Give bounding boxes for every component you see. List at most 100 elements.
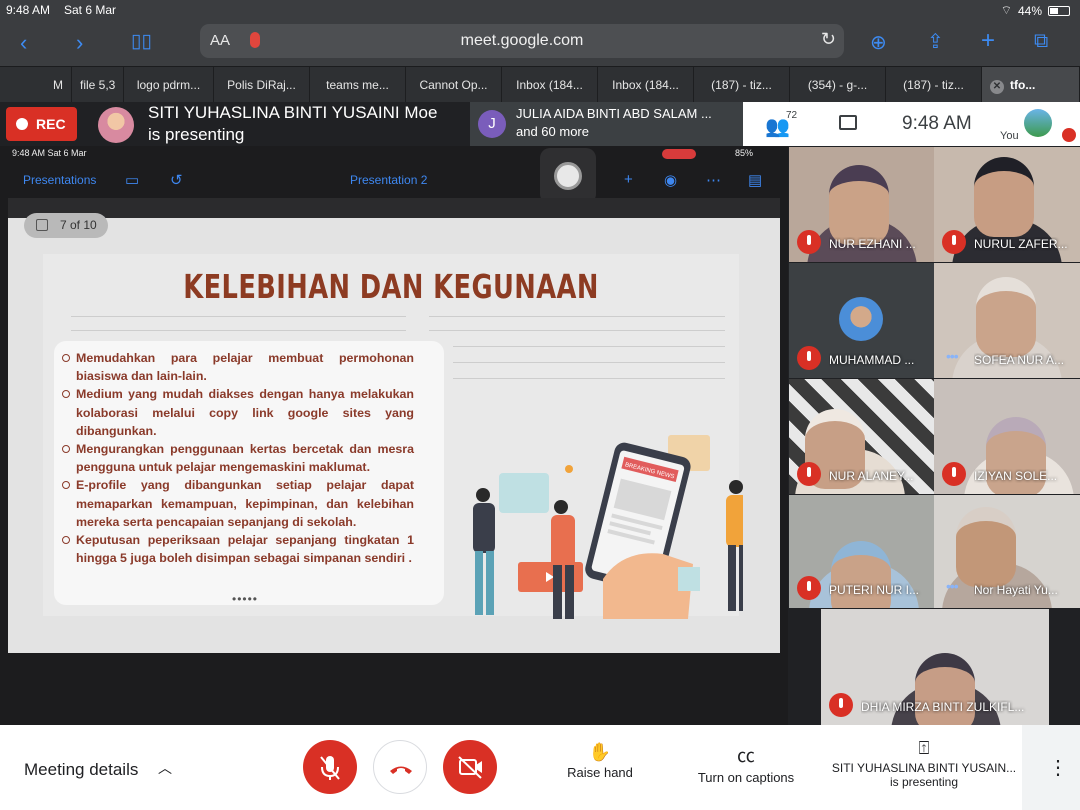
mic-off-icon	[320, 756, 340, 780]
tab-5[interactable]: teams me...	[310, 67, 406, 103]
mic-off-icon	[797, 346, 821, 370]
collaborate-icon: ◉	[664, 172, 678, 189]
wifi-icon: ⌔	[1000, 3, 1012, 17]
bookmarks-icon[interactable]: ▯▯	[131, 30, 152, 53]
leave-call-button[interactable]	[373, 740, 427, 794]
raise-hand-label: Raise hand	[567, 765, 633, 780]
mic-off-icon	[942, 230, 966, 254]
status-date: Sat 6 Mar	[64, 3, 117, 17]
self-avatar[interactable]	[1024, 109, 1052, 137]
presenter-name: SITI YUHASLINA BINTI YUSAINI Moe	[148, 103, 438, 122]
bullet-list: Memudahkan para pelajar membuat permohon…	[54, 341, 444, 567]
rec-label: REC	[36, 116, 66, 132]
you-label: You	[1000, 130, 1019, 142]
back-icon[interactable]: ‹	[20, 30, 27, 56]
document-icon: ▤	[748, 172, 763, 189]
mic-toggle-button[interactable]	[303, 740, 357, 794]
participant-avatar	[839, 297, 883, 341]
meeting-clock: 9:48 AM	[902, 113, 972, 134]
slide-title: KELEBIHAN DAN KEGUNAAN	[183, 267, 599, 306]
bullet-4: E-profile yang dibangunkan setiap pelaja…	[62, 476, 414, 531]
presenter-status: is presenting	[148, 125, 245, 144]
participant-name: PUTERI NUR I...	[829, 583, 920, 597]
url-text[interactable]: meet.google.com	[200, 32, 844, 50]
participant-tile-8[interactable]: Nor Hayati Yu...	[934, 495, 1080, 608]
page-icon	[36, 219, 48, 231]
participant-summary-name: JULIA AIDA BINTI ABD SALAM ...	[516, 106, 712, 121]
new-tab-icon[interactable]: +	[981, 27, 995, 55]
chevron-up-icon[interactable]: ︿	[158, 758, 172, 778]
reload-icon[interactable]: ↻	[821, 29, 836, 50]
participant-name: SOFEA NUR A...	[974, 353, 1065, 367]
meet-header-actions: 👥 72 9:48 AM You	[743, 102, 1080, 146]
chat-icon[interactable]	[839, 115, 857, 130]
address-bar[interactable]: AA meet.google.com ↻	[200, 24, 844, 58]
bullet-2: Medium yang mudah diakses dengan hanya m…	[62, 385, 414, 440]
tab-1[interactable]: M	[0, 67, 72, 103]
tab-active[interactable]: ✕ tfo...	[982, 67, 1080, 103]
presentation-title: Presentation 2	[350, 173, 428, 187]
mic-off-icon	[942, 462, 966, 486]
speaking-indicator-icon	[946, 578, 962, 594]
mic-off-icon	[829, 693, 853, 717]
participant-tile-1[interactable]: NUR EZHANI ...	[789, 147, 934, 262]
screen-record-button	[540, 148, 596, 204]
bullet-box: Memudahkan para pelajar membuat permohon…	[54, 341, 444, 606]
bullet-1: Memudahkan para pelajar membuat permohon…	[62, 349, 414, 385]
battery-icon	[1048, 5, 1070, 16]
camera-off-icon	[458, 756, 482, 779]
hand-icon: ✋	[588, 742, 612, 762]
forward-icon[interactable]: ›	[76, 30, 83, 56]
tab-6[interactable]: Cannot Op...	[406, 67, 502, 103]
participant-name: DHIA MIRZA BINTI ZULKIFL...	[861, 700, 1025, 714]
participant-tile-4[interactable]: SOFEA NUR A...	[934, 263, 1080, 378]
page-indicator: 7 of 10	[24, 213, 108, 238]
camera-toggle-button[interactable]	[443, 740, 497, 794]
shared-battery: 85%	[735, 148, 754, 158]
tab-8[interactable]: Inbox (184...	[598, 67, 694, 103]
meeting-details-button[interactable]: Meeting details	[24, 760, 138, 780]
share-icon[interactable]: ⇪	[927, 29, 944, 54]
present-screen-icon: ⍐	[918, 738, 930, 758]
captions-label: Turn on captions	[697, 770, 795, 785]
participant-tile-2[interactable]: NURUL ZAFER...	[934, 147, 1080, 262]
ipad-status-bar: 9:48 AM Sat 6 Mar ⌔ 44%	[0, 0, 1080, 20]
download-icon[interactable]: ⊕	[870, 30, 887, 55]
hang-up-icon	[390, 766, 412, 774]
shared-recording-pill	[662, 149, 696, 159]
social-media-illustration: BREAKING NEWS	[473, 435, 743, 619]
tab-7[interactable]: Inbox (184...	[502, 67, 598, 103]
tab-11[interactable]: (187) - tiz...	[886, 67, 982, 103]
mic-off-icon	[797, 462, 821, 486]
participant-summary-more: and 60 more	[516, 124, 589, 139]
close-tab-icon[interactable]: ✕	[990, 80, 1004, 94]
tab-2[interactable]: file 5,3	[72, 67, 124, 103]
tab-4[interactable]: Polis DiRaj...	[214, 67, 310, 103]
participant-tile-9[interactable]: DHIA MIRZA BINTI ZULKIFL...	[821, 609, 1049, 725]
participant-tile-3[interactable]: MUHAMMAD ...	[789, 263, 934, 378]
presentations-back: Presentations	[23, 173, 97, 187]
tab-10[interactable]: (354) - g-...	[790, 67, 886, 103]
mic-off-icon	[797, 576, 821, 600]
slide: KELEBIHAN DAN KEGUNAAN Memudahkan para p…	[43, 254, 743, 619]
participant-name: Nor Hayati Yu...	[974, 583, 1058, 597]
participant-name: NUR ALANEY...	[829, 469, 914, 483]
record-dot-icon	[16, 118, 28, 130]
captions-button[interactable]: ㏄ Turn on captions	[690, 742, 802, 785]
tab-3[interactable]: logo pdrm...	[124, 67, 214, 103]
tabs-overview-icon[interactable]: ⧉	[1034, 30, 1048, 53]
tab-9[interactable]: (187) - tiz...	[694, 67, 790, 103]
participant-tile-7[interactable]: PUTERI NUR I...	[789, 495, 934, 608]
battery-percent: 44%	[1017, 3, 1042, 18]
participant-name: NURUL ZAFER...	[974, 237, 1068, 251]
shared-status-time: 9:48 AM Sat 6 Mar	[12, 148, 87, 158]
more-options-button[interactable]: ⋮	[1022, 725, 1080, 810]
participant-tile-5[interactable]: NUR ALANEY...	[789, 379, 934, 494]
participant-tile-6[interactable]: IZIYAN SOLE...	[934, 379, 1080, 494]
participant-name: NUR EZHANI ...	[829, 237, 916, 251]
raise-hand-button[interactable]: ✋ Raise hand	[560, 742, 640, 780]
status-time: 9:48 AM	[6, 3, 51, 17]
participant-summary-card[interactable]: J JULIA AIDA BINTI ABD SALAM ... and 60 …	[470, 102, 743, 146]
presenting-button[interactable]: ⍐ SITI YUHASLINA BINTI YUSAIN... is pres…	[826, 738, 1022, 789]
presenting-name: SITI YUHASLINA BINTI YUSAIN...	[831, 761, 1017, 775]
